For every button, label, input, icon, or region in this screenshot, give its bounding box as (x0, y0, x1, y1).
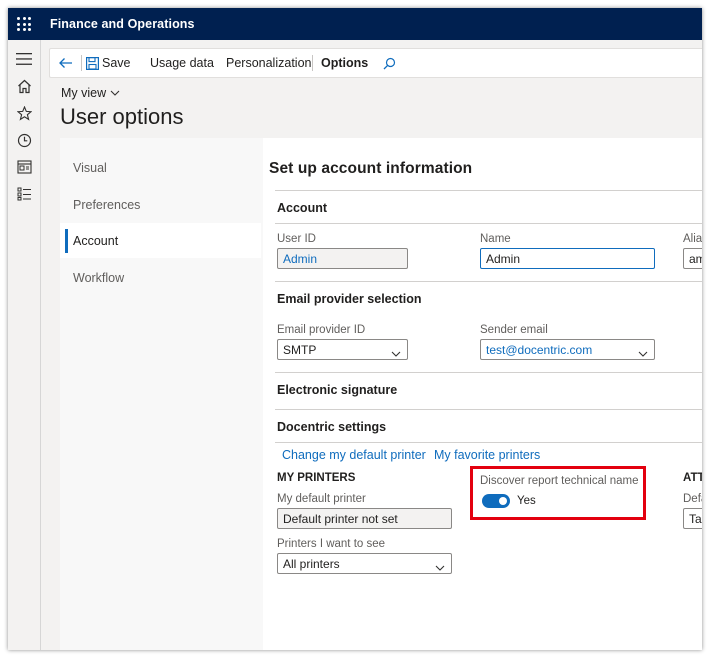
alias-label: Alia (683, 233, 702, 245)
user-id-label: User ID (277, 233, 316, 245)
favorite-printers-link[interactable]: My favorite printers (434, 448, 540, 462)
default-printer-value: Default printer not set (283, 512, 398, 526)
personalization-button[interactable]: Personalization (226, 49, 311, 77)
attachments-default-label: Defa (683, 493, 702, 505)
app-window: Finance and Operations Save Usage data P… (8, 8, 702, 650)
save-icon (86, 56, 99, 70)
back-arrow-icon[interactable] (58, 49, 73, 77)
usage-data-label: Usage data (150, 56, 214, 70)
attachments-header: ATT (683, 472, 702, 484)
save-label: Save (102, 56, 131, 70)
printers-to-see-value: All printers (283, 557, 340, 571)
action-pane: Save Usage data Personalization Options (49, 48, 702, 78)
my-printers-header: MY PRINTERS (277, 472, 356, 484)
chevron-down-icon (638, 346, 648, 359)
hamburger-menu-icon[interactable] (14, 49, 34, 69)
divider (275, 409, 702, 410)
electronic-signature-header[interactable]: Electronic signature (277, 383, 397, 397)
tab-preferences[interactable]: Preferences (60, 187, 261, 222)
chevron-down-icon (435, 560, 445, 573)
personalization-label: Personalization (226, 56, 312, 70)
chevron-down-icon (110, 90, 120, 96)
alias-field[interactable]: am (683, 248, 702, 269)
divider (275, 372, 702, 373)
email-provider-value: SMTP (283, 343, 317, 357)
top-bar: Finance and Operations (8, 8, 702, 40)
divider (275, 281, 702, 282)
name-value: Admin (486, 252, 521, 266)
separator (312, 55, 313, 71)
separator (81, 55, 82, 71)
navigation-rail (8, 40, 41, 650)
favorites-star-icon[interactable] (14, 103, 34, 123)
recent-clock-icon[interactable] (14, 130, 34, 150)
vertical-tabs: Visual Preferences Account Workflow (60, 138, 263, 650)
sender-email-label: Sender email (480, 324, 548, 336)
page-title: User options (60, 104, 184, 129)
divider (275, 190, 702, 191)
docentric-settings-header[interactable]: Docentric settings (277, 420, 386, 434)
modules-list-icon[interactable] (14, 184, 34, 204)
sender-email-dropdown[interactable]: test@docentric.com (480, 339, 655, 360)
app-launcher-icon[interactable] (17, 17, 31, 31)
section-title: Set up account information (269, 160, 473, 177)
user-id-field[interactable]: Admin (277, 248, 408, 269)
tab-visual[interactable]: Visual (60, 150, 261, 185)
alias-value: am (689, 252, 702, 266)
email-group-header[interactable]: Email provider selection (277, 292, 422, 306)
search-icon[interactable] (383, 49, 396, 77)
options-tab[interactable]: Options (321, 49, 368, 77)
divider (275, 442, 702, 443)
attachments-default-value: Tab (689, 512, 702, 526)
app-title: Finance and Operations (50, 17, 195, 31)
attachments-default-field[interactable]: Tab (683, 508, 702, 529)
name-label: Name (480, 233, 511, 245)
highlight-box (470, 466, 646, 520)
workspaces-icon[interactable] (14, 157, 34, 177)
name-field[interactable]: Admin (480, 248, 655, 269)
divider (275, 223, 702, 224)
change-default-printer-link[interactable]: Change my default printer (282, 448, 426, 462)
home-icon[interactable] (14, 76, 34, 96)
sender-email-value[interactable]: test@docentric.com (486, 343, 592, 357)
account-group-header[interactable]: Account (277, 201, 327, 215)
tab-account[interactable]: Account (60, 223, 261, 258)
view-selector[interactable]: My view (61, 86, 120, 100)
view-label: My view (61, 86, 107, 100)
chevron-down-icon (391, 346, 401, 359)
usage-data-button[interactable]: Usage data (150, 49, 214, 77)
options-label: Options (321, 56, 369, 70)
save-button[interactable]: Save (86, 49, 131, 77)
printers-to-see-dropdown[interactable]: All printers (277, 553, 452, 574)
printers-to-see-label: Printers I want to see (277, 538, 386, 550)
email-provider-label: Email provider ID (277, 324, 366, 336)
default-printer-label: My default printer (277, 493, 366, 505)
default-printer-field[interactable]: Default printer not set (277, 508, 452, 529)
user-id-value[interactable]: Admin (283, 252, 317, 266)
email-provider-dropdown[interactable]: SMTP (277, 339, 408, 360)
account-panel: Set up account information Account User … (263, 138, 702, 650)
tab-workflow[interactable]: Workflow (60, 260, 261, 295)
